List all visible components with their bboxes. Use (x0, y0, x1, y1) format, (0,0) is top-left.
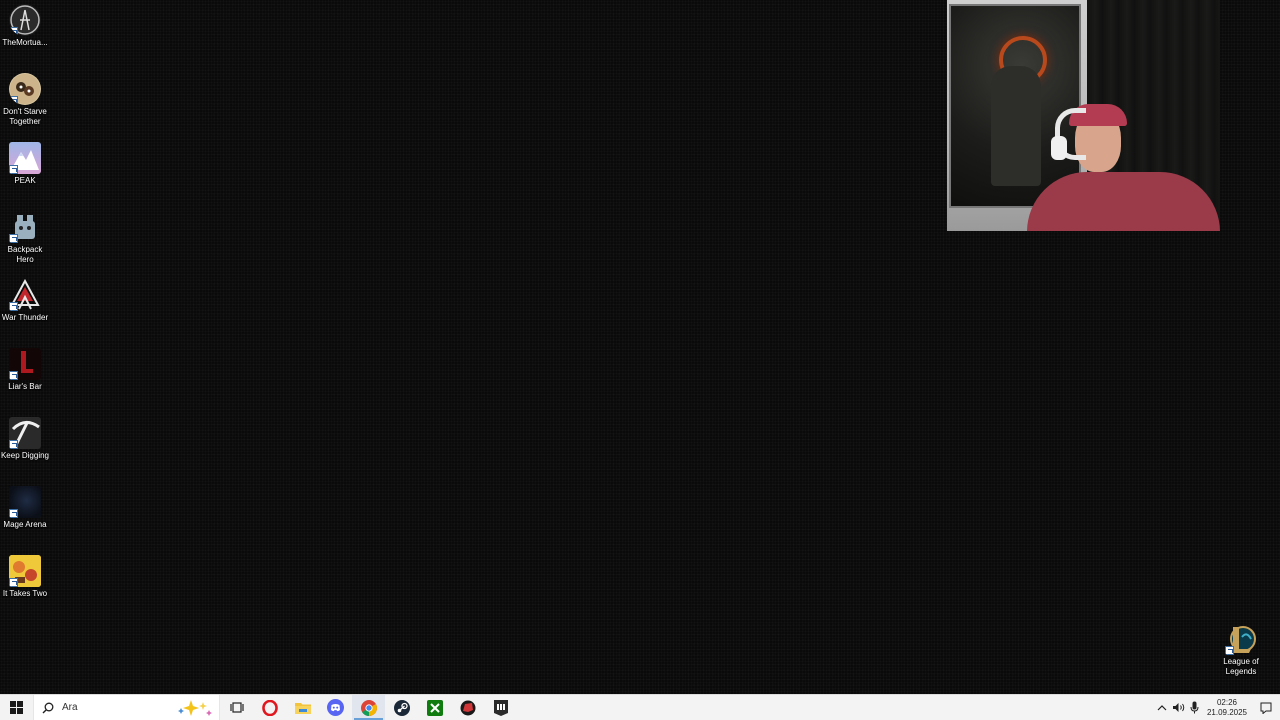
epic-games-icon (493, 699, 508, 716)
discord-icon (327, 699, 344, 716)
taskbar-clock[interactable]: 02:26 21.09.2025 (1202, 698, 1252, 718)
desktop-icon-label: Liar's Bar (8, 382, 42, 391)
backpack-hero-icon (9, 211, 41, 243)
desktop-icon-label: Keep Digging (0, 451, 50, 460)
shortcut-arrow-icon (9, 578, 18, 587)
desktop-icon-the-mortuary-assistant[interactable]: TheMortua... (0, 4, 50, 48)
taskbar-search-box[interactable]: Ara (33, 695, 220, 720)
liars-bar-icon (9, 348, 41, 380)
taskbar: Ara 02:26 21.09.2025 (0, 694, 1280, 720)
chevron-up-icon (1157, 704, 1167, 710)
keep-digging-icon (9, 417, 41, 449)
riot-icon (460, 700, 475, 715)
league-of-legends-icon (1225, 623, 1257, 655)
war-thunder-icon (9, 279, 41, 311)
webcam-overlay (947, 0, 1220, 231)
speaker-icon (1172, 703, 1184, 712)
taskbar-app-discord[interactable] (319, 695, 352, 720)
dont-starve-together-icon (9, 73, 41, 105)
microphone-button[interactable] (1186, 695, 1202, 720)
desktop-icon-label: PEAK (14, 176, 36, 185)
mage-arena-icon (9, 486, 41, 518)
desktop-icon-label: Mage Arena (3, 520, 47, 529)
xbox-icon (426, 699, 443, 716)
the-mortuary-assistant-icon (9, 4, 41, 36)
desktop-icon-keep-digging[interactable]: Keep Digging (0, 417, 50, 461)
folder-icon (294, 702, 311, 714)
taskbar-app-xbox[interactable] (418, 695, 451, 720)
desktop-icon-label: It Takes Two (2, 589, 48, 598)
search-placeholder: Ara (62, 702, 78, 713)
shortcut-arrow-icon (9, 509, 18, 518)
volume-button[interactable] (1170, 695, 1186, 720)
taskbar-app-steam[interactable] (385, 695, 418, 720)
headset-earcup (1051, 136, 1067, 160)
shortcut-arrow-icon (1225, 646, 1234, 655)
desktop-icon-label: Backpack Hero (7, 245, 43, 264)
desktop-icon-league-of-legends[interactable]: League of Legends (1216, 623, 1266, 677)
start-button[interactable] (0, 695, 33, 720)
show-hidden-icons-button[interactable] (1154, 695, 1170, 720)
desktop-icon-dont-starve-together[interactable]: Don't Starve Together (0, 73, 50, 127)
shortcut-arrow-icon (9, 371, 18, 380)
notification-icon (1260, 702, 1272, 714)
shortcut-arrow-icon (9, 440, 18, 449)
microphone-icon (1190, 701, 1198, 714)
taskbar-app-opera[interactable] (253, 695, 286, 720)
desktop-icon-backpack-hero[interactable]: Backpack Hero (0, 211, 50, 265)
clock-time: 02:26 (1216, 697, 1238, 707)
desktop[interactable]: TheMortua... Don't Starve Together PEAK (0, 0, 1280, 694)
peak-icon (9, 142, 41, 174)
taskbar-app-chrome[interactable] (352, 695, 385, 720)
desktop-icon-war-thunder[interactable]: War Thunder (0, 279, 50, 323)
clock-date: 21.09.2025 (1206, 707, 1248, 717)
desktop-icon-label: Don't Starve Together (3, 107, 47, 126)
chrome-icon (360, 699, 377, 716)
taskbar-app-riot-client[interactable] (451, 695, 484, 720)
search-highlight-sparkle-icon (178, 700, 212, 716)
shortcut-arrow-icon (9, 96, 18, 105)
desktop-icon-mage-arena[interactable]: Mage Arena (0, 486, 50, 530)
opera-icon (261, 699, 278, 716)
shortcut-arrow-icon (9, 27, 18, 36)
desktop-icon-label: TheMortua... (2, 38, 48, 47)
streamer-shirt (1027, 172, 1220, 231)
shortcut-arrow-icon (9, 165, 18, 174)
steam-icon (393, 699, 410, 716)
desktop-icon-label: League of Legends (1223, 657, 1259, 676)
desktop-icon-it-takes-two[interactable]: It Takes Two (0, 555, 50, 599)
desktop-icon-label: War Thunder (1, 313, 49, 322)
taskbar-app-file-explorer[interactable] (286, 695, 319, 720)
shortcut-arrow-icon (9, 234, 18, 243)
desktop-icon-peak[interactable]: PEAK (0, 142, 50, 186)
streamer-person (1027, 100, 1220, 231)
task-view-button[interactable] (220, 695, 253, 720)
shortcut-arrow-icon (9, 302, 18, 311)
system-tray: 02:26 21.09.2025 (1154, 695, 1280, 720)
search-icon (42, 702, 54, 713)
notification-center-button[interactable] (1252, 695, 1280, 720)
task-view-icon (229, 702, 244, 713)
it-takes-two-icon (9, 555, 41, 587)
taskbar-app-epic-games[interactable] (484, 695, 517, 720)
desktop-icon-liars-bar[interactable]: Liar's Bar (0, 348, 50, 392)
windows-logo-icon (10, 701, 23, 714)
